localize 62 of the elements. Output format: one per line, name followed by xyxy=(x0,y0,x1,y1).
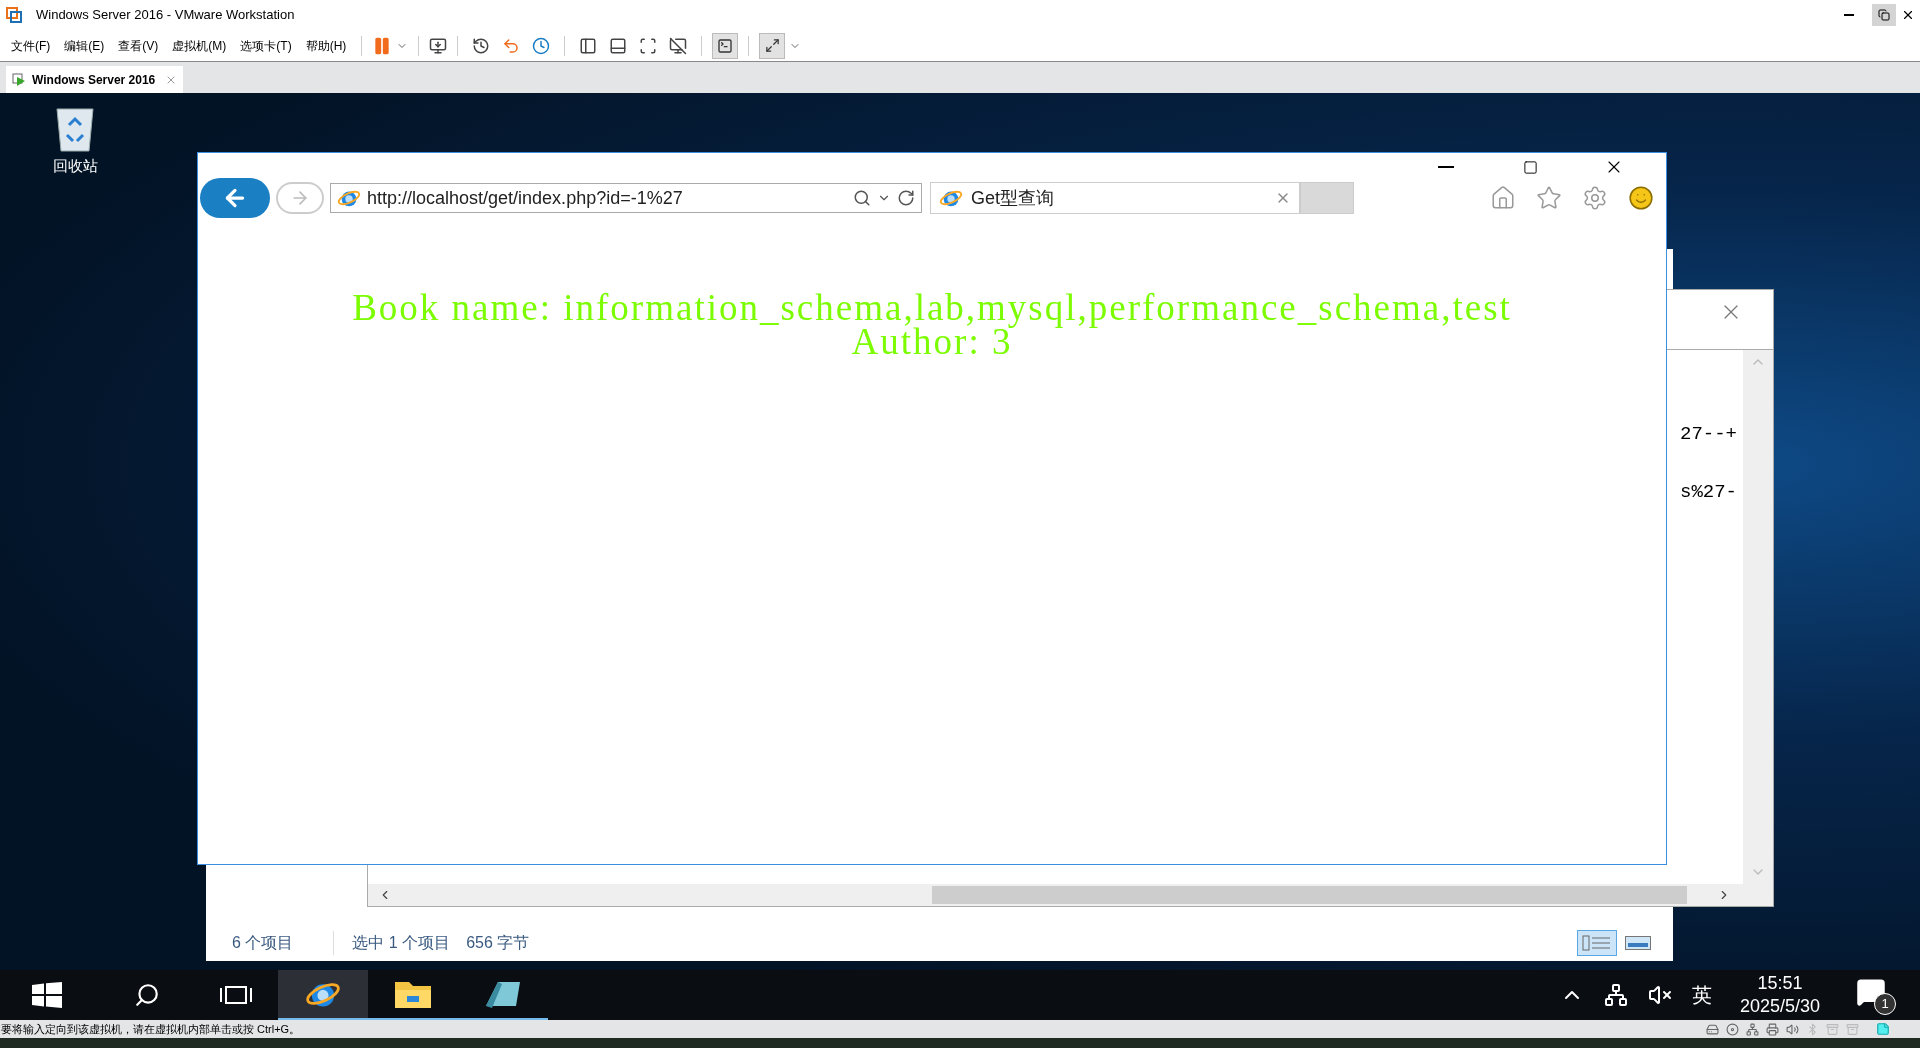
taskbar-app[interactable] xyxy=(278,970,368,1020)
display-off-icon[interactable] xyxy=(669,36,688,55)
printer-icon[interactable] xyxy=(1766,1022,1779,1036)
notification-badge: 1 xyxy=(1874,993,1896,1015)
expand-icon xyxy=(764,38,780,53)
vm-tab[interactable]: Windows Server 2016 xyxy=(6,66,184,93)
settings-icon[interactable] xyxy=(1582,185,1608,211)
scrollbar-thumb[interactable] xyxy=(932,886,1687,904)
console-button[interactable] xyxy=(712,32,739,59)
thumbnail-icon xyxy=(1625,936,1651,950)
maximize-icon xyxy=(1522,159,1538,175)
minimize-icon xyxy=(1438,166,1454,168)
fit-icon[interactable] xyxy=(639,36,658,55)
network-adapter-icon[interactable] xyxy=(1746,1022,1759,1036)
muted-volume-icon[interactable] xyxy=(1647,983,1672,1007)
snapshot-icon[interactable] xyxy=(472,36,491,55)
panel-icon[interactable] xyxy=(609,36,628,55)
desktop-icon-label[interactable]: 回收站 xyxy=(52,155,98,178)
search-icon[interactable] xyxy=(134,982,160,1008)
menu-item[interactable]: 选项卡(T) xyxy=(235,33,297,58)
search-icon[interactable] xyxy=(853,189,871,207)
notification-icon[interactable] xyxy=(1856,977,1886,1007)
menu-item[interactable]: 查看(V) xyxy=(113,33,164,58)
details-icon xyxy=(1582,935,1612,951)
status-text: 656 字节 xyxy=(466,933,530,953)
revert-icon[interactable] xyxy=(502,36,521,55)
vm-icon xyxy=(12,72,26,87)
menu-item[interactable]: 文件(F) xyxy=(6,33,56,58)
browser-tab[interactable]: Get型查询 xyxy=(930,182,1300,214)
menu-item[interactable]: 帮助(H) xyxy=(300,33,352,58)
start-icon[interactable] xyxy=(32,982,62,1008)
network-icon[interactable] xyxy=(1603,983,1628,1007)
minimize-icon xyxy=(1844,14,1854,16)
snapshot-manager-icon[interactable] xyxy=(532,36,551,55)
input-language[interactable]: 英 xyxy=(1691,980,1712,1010)
terminal-icon xyxy=(717,37,734,54)
refresh-icon[interactable] xyxy=(897,189,915,207)
restore-button[interactable] xyxy=(1872,4,1896,26)
status-text: 选中 1 个项目 xyxy=(333,931,451,955)
cd-icon[interactable] xyxy=(1726,1022,1739,1036)
clock-date[interactable]: 2025/5/30 xyxy=(1739,995,1820,1018)
fullscreen-button[interactable] xyxy=(759,32,786,59)
close-icon xyxy=(1901,8,1915,22)
sound-icon[interactable] xyxy=(1786,1022,1799,1036)
app-logo-icon xyxy=(6,7,22,23)
star-icon[interactable] xyxy=(1536,185,1562,211)
restore-icon xyxy=(1878,9,1890,21)
editor-text-line: 27--+ xyxy=(1680,422,1737,447)
back-button[interactable] xyxy=(200,178,270,218)
menu-item[interactable]: 虚拟机(M) xyxy=(167,33,232,58)
address-bar[interactable]: http://localhost/get/index.php?id=-1%27 xyxy=(330,183,922,213)
window-title: Windows Server 2016 - VMware Workstation xyxy=(36,6,295,25)
menu-item[interactable]: 编辑(E) xyxy=(59,33,110,58)
editor-text-line: s%27- xyxy=(1680,480,1737,505)
send-keys-icon[interactable] xyxy=(429,36,448,55)
clock-time[interactable]: 15:51 xyxy=(1757,972,1803,995)
horizontal-scrollbar[interactable] xyxy=(368,884,1773,906)
home-icon[interactable] xyxy=(1490,185,1516,211)
status-bar-text: 要将输入定向到该虚拟机，请在虚拟机内部单击或按 Ctrl+G。 xyxy=(1,1021,301,1037)
sidebar-icon[interactable] xyxy=(579,36,598,55)
smiley-icon[interactable] xyxy=(1628,185,1654,211)
status-text: 6 个项目 xyxy=(232,933,294,953)
